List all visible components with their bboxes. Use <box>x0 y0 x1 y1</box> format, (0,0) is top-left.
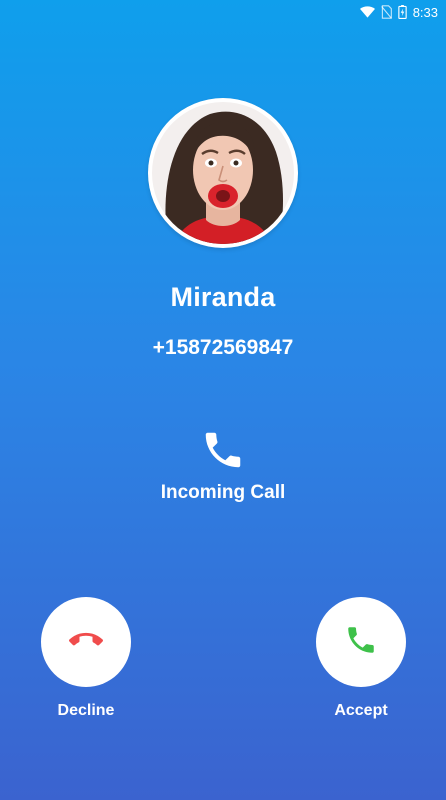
caller-number: +15872569847 <box>152 336 294 359</box>
avatar <box>148 98 298 248</box>
caller-name: Miranda <box>170 282 276 312</box>
wifi-icon <box>359 6 375 18</box>
battery-icon <box>397 5 407 19</box>
decline-label: Decline <box>57 702 115 719</box>
status-time: 8:33 <box>412 4 438 20</box>
hang-up-icon <box>69 623 103 662</box>
contact-photo <box>152 102 294 244</box>
no-sim-icon <box>380 5 392 19</box>
accept-button[interactable] <box>316 597 406 687</box>
status-bar: 8:33 <box>0 0 446 24</box>
phone-icon <box>344 623 378 662</box>
status-icons: 8:33 <box>359 3 438 21</box>
decline-button[interactable] <box>41 597 131 687</box>
phone-icon <box>200 427 246 473</box>
call-status-label: Incoming Call <box>160 482 286 503</box>
accept-label: Accept <box>334 702 388 719</box>
